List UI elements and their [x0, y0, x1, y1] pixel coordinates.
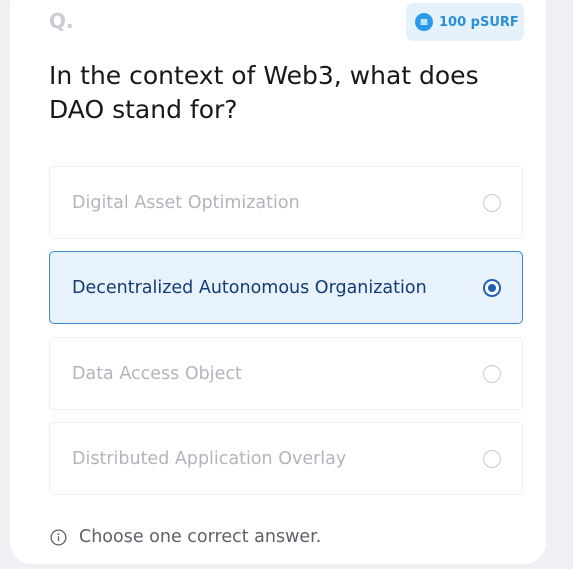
reward-badge: 100 pSURF: [406, 3, 524, 41]
radio-button[interactable]: [483, 449, 501, 468]
info-icon: [50, 528, 67, 546]
option-label: Distributed Application Overlay: [72, 448, 347, 469]
coin-icon: [415, 13, 433, 31]
option-digital-asset-optimization[interactable]: Digital Asset Optimization: [49, 166, 523, 239]
option-label: Decentralized Autonomous Organization: [72, 277, 427, 298]
reward-amount: 100 pSURF: [439, 14, 519, 30]
radio-button-selected[interactable]: [483, 278, 501, 297]
option-data-access-object[interactable]: Data Access Object: [49, 337, 523, 410]
option-label: Data Access Object: [72, 363, 242, 384]
question-marker: Q.: [49, 9, 74, 33]
option-decentralized-autonomous-organization[interactable]: Decentralized Autonomous Organization: [49, 251, 523, 324]
option-label: Digital Asset Optimization: [72, 192, 300, 213]
radio-button[interactable]: [483, 193, 501, 212]
hint-text: Choose one correct answer.: [79, 527, 322, 547]
hint: Choose one correct answer.: [50, 527, 321, 547]
radio-button[interactable]: [483, 364, 501, 383]
question-text: In the context of Web3, what does DAO st…: [49, 61, 479, 124]
option-distributed-application-overlay[interactable]: Distributed Application Overlay: [49, 422, 523, 495]
